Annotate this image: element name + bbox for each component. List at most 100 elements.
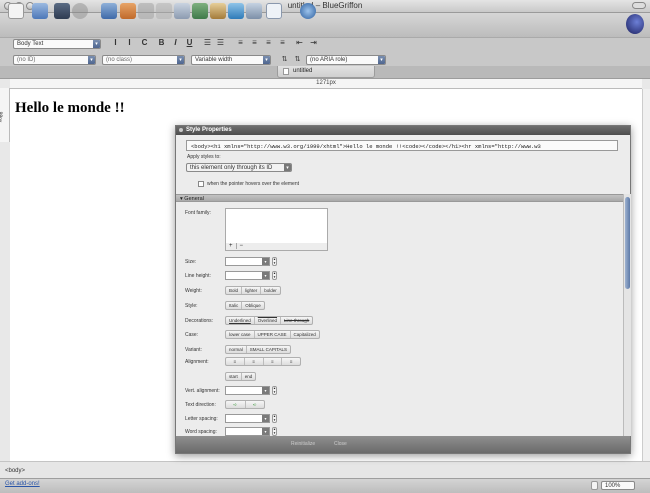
- editor-scrollbar[interactable]: [642, 89, 650, 461]
- case-lower-button[interactable]: lower case: [226, 331, 255, 338]
- ruler-width-label: 1271px: [316, 80, 336, 86]
- align-left-icon[interactable]: ≡: [236, 38, 245, 47]
- zoom-stepper[interactable]: [591, 481, 598, 490]
- add-font-button[interactable]: +: [226, 243, 237, 249]
- form-icon[interactable]: [192, 3, 208, 19]
- letter-spacing-stepper[interactable]: ▴ ▾: [272, 414, 277, 423]
- ltr-arrow-icon[interactable]: ➪: [226, 401, 246, 408]
- align-end-button[interactable]: end: [242, 373, 256, 380]
- id-select[interactable]: (no ID) ▾: [13, 55, 96, 65]
- line-height-combobox[interactable]: ▾: [225, 271, 270, 280]
- table-icon[interactable]: [174, 3, 190, 19]
- weight-bold-button[interactable]: Bold: [226, 287, 243, 294]
- style-italic-button[interactable]: Italic: [226, 302, 243, 309]
- variant-segmented-control[interactable]: normal SMALL CAPITALS: [225, 345, 292, 354]
- chevron-down-icon: ▾: [378, 56, 385, 64]
- line-height-stepper[interactable]: ▴ ▾: [272, 271, 277, 280]
- kbd-icon[interactable]: I: [125, 38, 134, 47]
- outdent-icon[interactable]: ⇤: [295, 38, 304, 47]
- align-center-icon[interactable]: ≡: [245, 358, 264, 365]
- code-icon[interactable]: C: [140, 38, 149, 47]
- variant-normal-button[interactable]: normal: [226, 346, 247, 353]
- case-segmented-control[interactable]: lower case UPPER CASE Capitalized: [225, 330, 320, 339]
- decoration-overlined-button[interactable]: Overlined: [255, 317, 282, 324]
- font-family-list[interactable]: [225, 208, 328, 248]
- align-center-icon[interactable]: ≡: [250, 38, 259, 47]
- open-icon[interactable]: [32, 3, 48, 19]
- decoration-underlined-button[interactable]: Underlined: [226, 317, 255, 324]
- case-capitalized-button[interactable]: Capitalized: [291, 331, 319, 338]
- vert-alignment-combobox[interactable]: ▾: [225, 386, 270, 395]
- italic-icon[interactable]: I: [171, 38, 180, 47]
- save-icon[interactable]: [54, 3, 70, 19]
- insert-after-icon[interactable]: ⇅: [293, 55, 302, 64]
- preview-icon[interactable]: [246, 3, 262, 19]
- align-right-icon[interactable]: ≡: [264, 358, 283, 365]
- general-section-header[interactable]: ▾ General: [176, 194, 623, 202]
- document-heading[interactable]: Hello le monde !!: [15, 100, 125, 117]
- weight-segmented-control[interactable]: Bold lighter bolder: [225, 286, 281, 295]
- variant-small-caps-button[interactable]: SMALL CAPITALS: [247, 346, 290, 353]
- numbered-list-icon[interactable]: ☰: [216, 38, 225, 47]
- tab-untitled[interactable]: untitled: [277, 66, 375, 78]
- source-preview-field[interactable]: <body><h1 xmlns="http://www.w3.org/1999/…: [186, 140, 618, 151]
- rtl-arrow-icon[interactable]: ➪: [246, 401, 265, 408]
- bold-icon[interactable]: B: [157, 38, 166, 47]
- decoration-line-through-button[interactable]: Line-through: [281, 317, 312, 324]
- word-spacing-stepper[interactable]: ▴ ▾: [272, 427, 277, 436]
- mozilla-icon[interactable]: [300, 3, 316, 19]
- weight-lighter-button[interactable]: lighter: [242, 287, 262, 294]
- element-path-body[interactable]: <body>: [5, 468, 25, 474]
- chevron-down-icon: ▾: [262, 258, 269, 265]
- align-start-button[interactable]: start: [226, 373, 242, 380]
- underline-icon[interactable]: U: [185, 38, 194, 47]
- style-oblique-button[interactable]: Oblique: [242, 302, 264, 309]
- indent-icon[interactable]: ⇥: [309, 38, 318, 47]
- view-icon[interactable]: [266, 3, 282, 19]
- styles-icon[interactable]: [210, 3, 226, 19]
- style-segmented-control[interactable]: Italic Oblique: [225, 301, 265, 310]
- alignment-start-end-control[interactable]: start end: [225, 372, 257, 381]
- vert-alignment-stepper[interactable]: ▴ ▾: [272, 386, 277, 395]
- panel-scrollbar[interactable]: [623, 194, 631, 436]
- word-spacing-combobox[interactable]: ▾: [225, 427, 270, 436]
- justify-icon[interactable]: ≡: [278, 38, 287, 47]
- class-select[interactable]: (no class) ▾: [102, 55, 185, 65]
- remove-font-button[interactable]: −: [237, 243, 247, 249]
- link-icon[interactable]: [156, 3, 172, 19]
- letter-spacing-combobox[interactable]: ▾: [225, 414, 270, 423]
- chevron-down-icon: ▾: [284, 164, 291, 171]
- apply-styles-select[interactable]: this element only through its ID ▾: [186, 163, 292, 172]
- decorations-segmented-control[interactable]: Underlined Overlined Line-through: [225, 316, 314, 325]
- case-upper-button[interactable]: UPPER CASE: [255, 331, 291, 338]
- weight-bolder-button[interactable]: bolder: [261, 287, 280, 294]
- image-icon[interactable]: [120, 3, 136, 19]
- close-button[interactable]: Close: [334, 440, 347, 449]
- align-justify-icon[interactable]: ≡: [282, 358, 300, 365]
- insert-before-icon[interactable]: ⇅: [280, 55, 289, 64]
- size-combobox[interactable]: ▾: [225, 257, 270, 266]
- panel-close-icon[interactable]: [179, 128, 183, 132]
- reinitialize-button[interactable]: Reinitialize: [291, 440, 315, 449]
- anchor-icon[interactable]: [138, 3, 154, 19]
- get-addons-link[interactable]: Get add-ons!: [5, 481, 40, 487]
- new-document-icon[interactable]: [8, 3, 24, 19]
- bullet-list-icon[interactable]: ☰: [203, 38, 212, 47]
- panel-scrollbar-thumb[interactable]: [625, 197, 630, 289]
- width-mode-select[interactable]: Variable width ▾: [191, 55, 271, 65]
- status-bar: [0, 478, 650, 493]
- align-left-icon[interactable]: ≡: [226, 358, 245, 365]
- web-icon[interactable]: [228, 3, 244, 19]
- zoom-select[interactable]: 100%: [601, 481, 635, 490]
- paragraph-style-select[interactable]: Body Text ▾: [13, 39, 101, 49]
- size-stepper[interactable]: ▴ ▾: [272, 257, 277, 266]
- hover-checkbox[interactable]: [198, 181, 204, 187]
- align-right-icon[interactable]: ≡: [264, 38, 273, 47]
- alignment-segmented-control[interactable]: ≡ ≡ ≡ ≡: [225, 357, 301, 366]
- text-direction-control[interactable]: ➪ ➪: [225, 400, 265, 409]
- layout-icon[interactable]: [101, 3, 117, 19]
- toolbar-toggle-button[interactable]: [632, 2, 646, 9]
- mono-font-icon[interactable]: I: [111, 38, 120, 47]
- aria-role-select[interactable]: (no ARIA role) ▾: [306, 55, 386, 65]
- stop-icon[interactable]: [72, 3, 88, 19]
